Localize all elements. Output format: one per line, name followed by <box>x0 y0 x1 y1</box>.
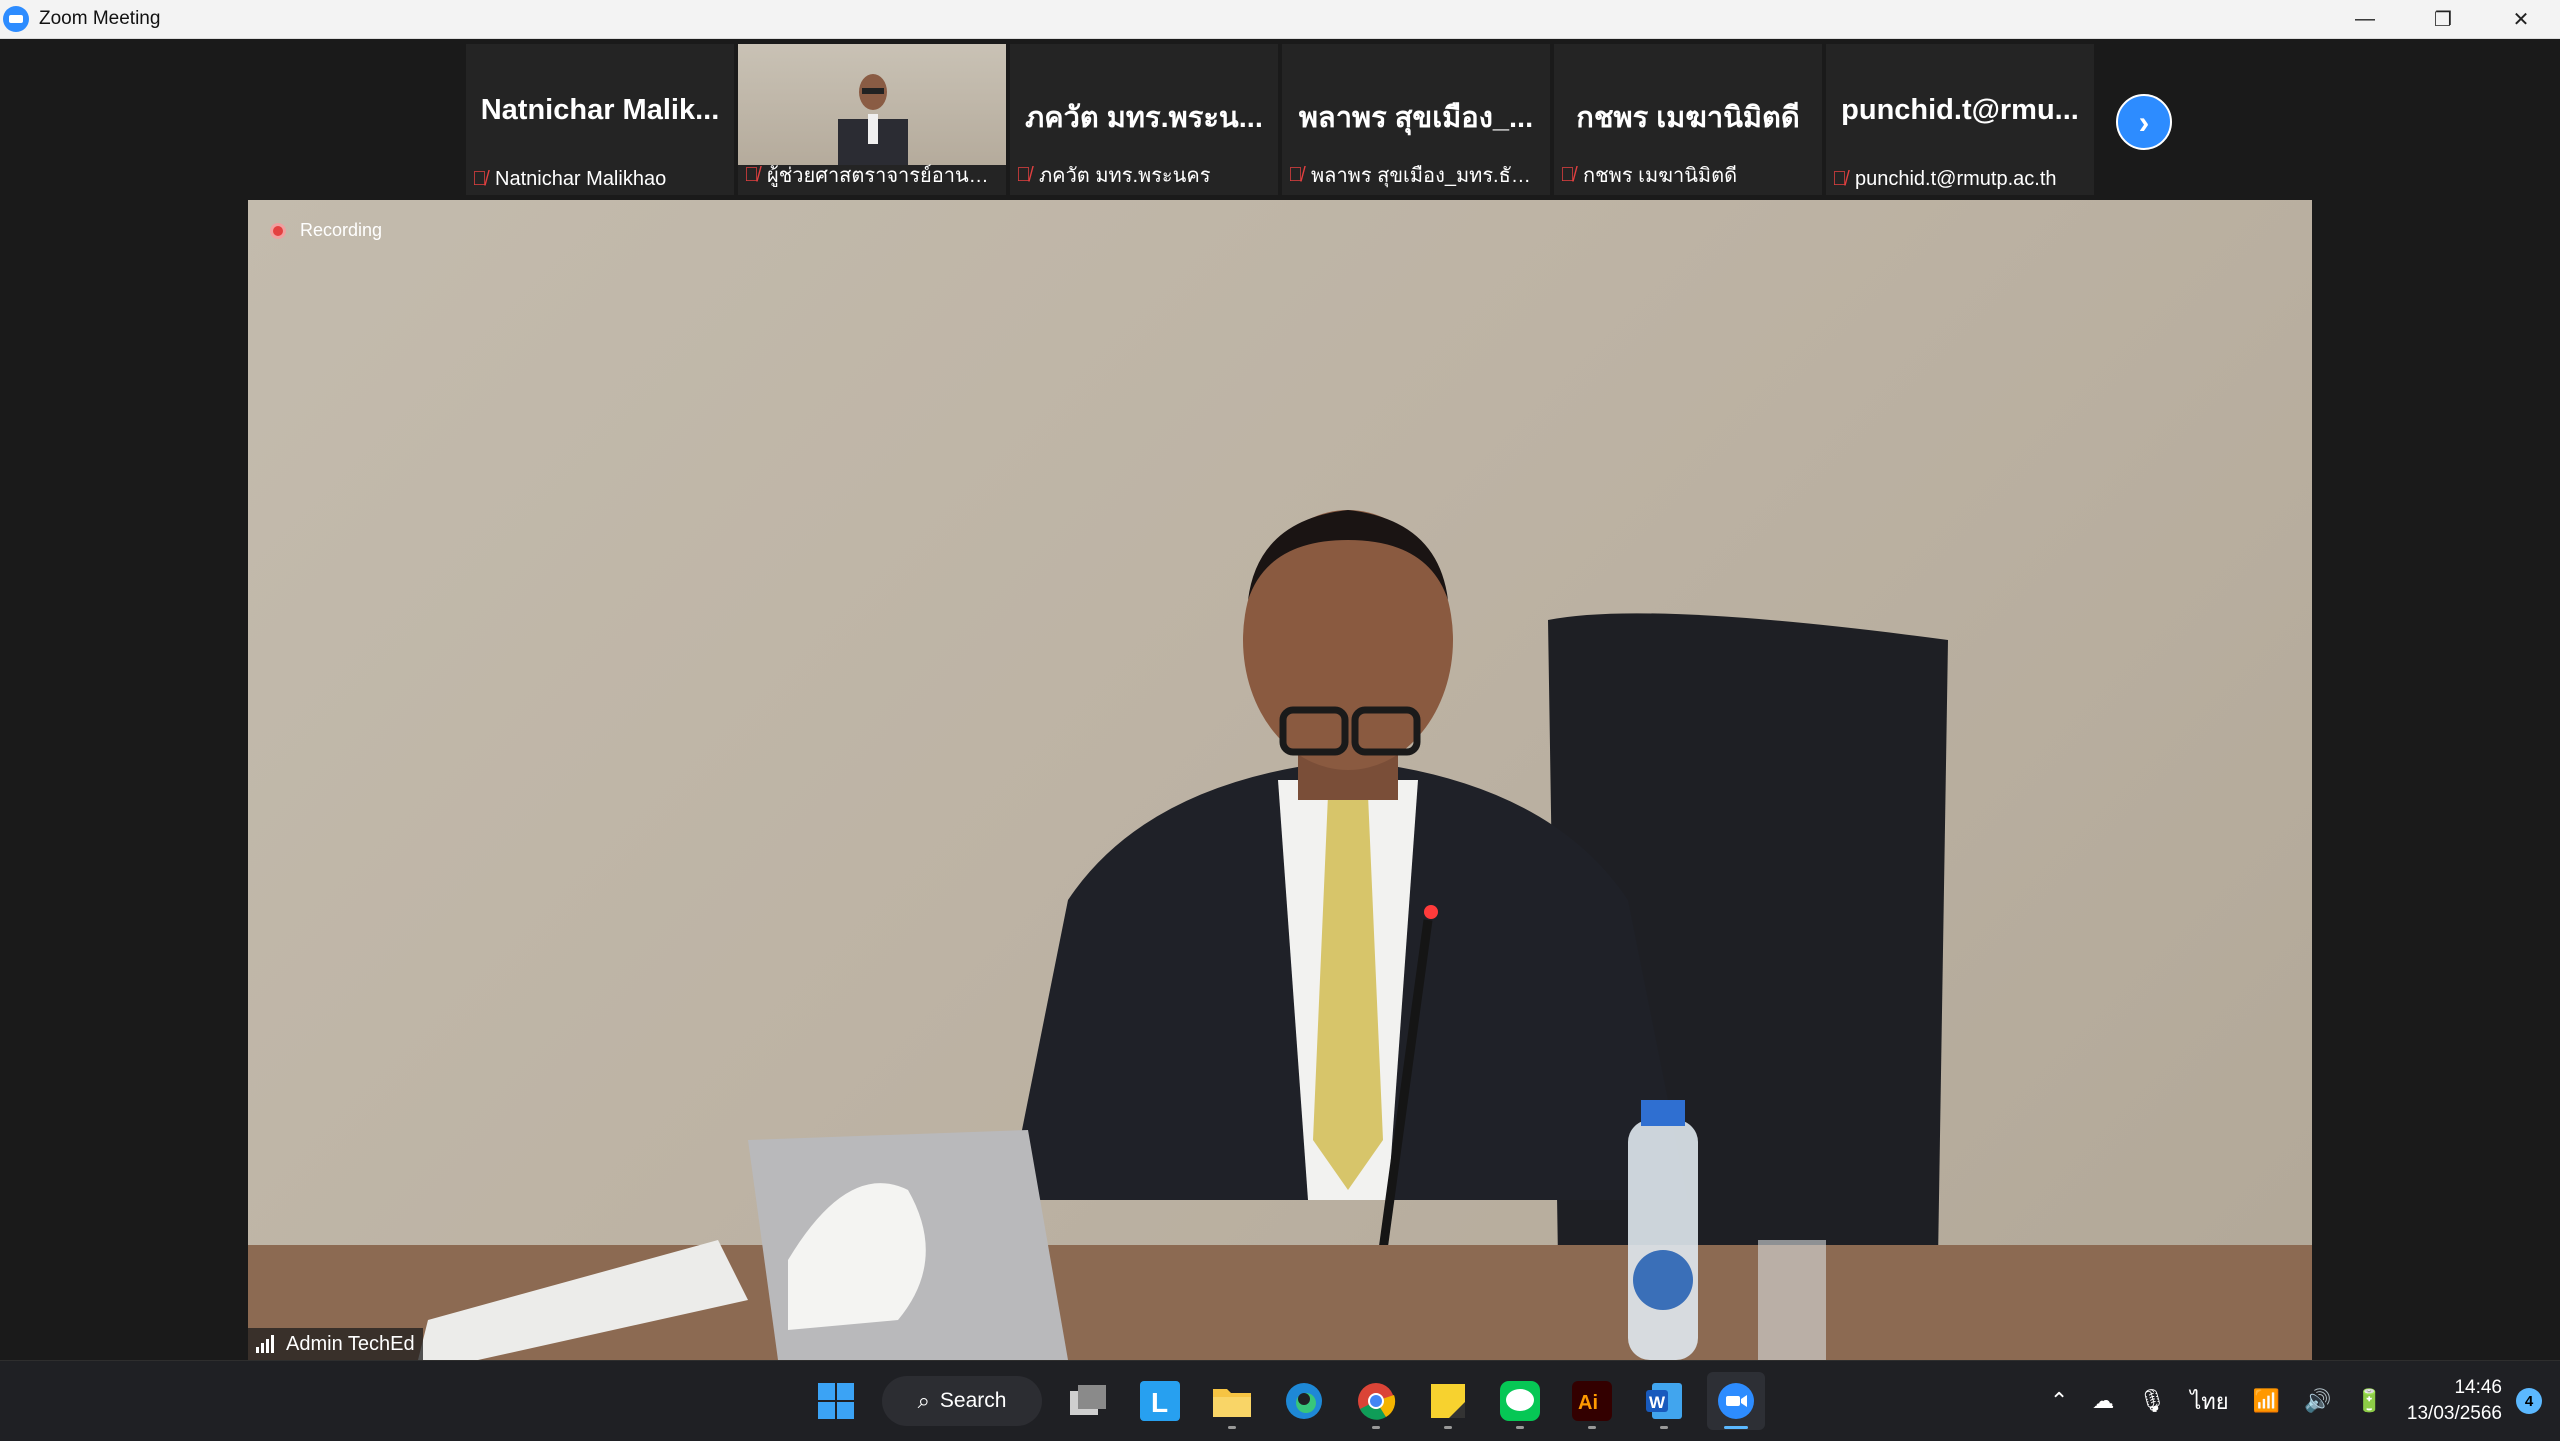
participant-tile[interactable]: กชพร เมฆานิมิตดี 🎙̸ กชพร เมฆานิมิตดี <box>1554 44 1822 195</box>
zoom-icon[interactable] <box>1707 1372 1765 1430</box>
participant-label-text: Natnichar Malikhao <box>495 168 667 190</box>
participant-tile[interactable]: พลาพร สุขเมือง_... 🎙̸ พลาพร สุขเมือง_มทร… <box>1282 44 1550 195</box>
search-icon: ⌕ <box>917 1388 930 1413</box>
clock-time: 14:46 <box>2454 1377 2502 1398</box>
microphone-icon[interactable]: 🎙 <box>2138 1388 2166 1414</box>
participant-tile[interactable]: punchid.t@rmu... 🎙̸ punchid.t@rmutp.ac.t… <box>1826 44 2094 195</box>
recording-indicator: Recording <box>270 220 382 241</box>
participant-label: 🎙̸ กชพร เมฆานิมิตดี <box>1560 159 1816 191</box>
bottle-label <box>1633 1250 1693 1310</box>
participant-display-name: punchid.t@rmu... <box>1841 94 2079 126</box>
battery-icon[interactable]: 🔋 <box>2356 1388 2383 1414</box>
chevron-up-icon[interactable]: ⌃ <box>2050 1388 2068 1414</box>
language-indicator[interactable]: ไทย <box>2190 1384 2228 1419</box>
window-title-bar: Zoom Meeting — ❐ ✕ <box>0 0 2560 39</box>
line-icon[interactable] <box>1491 1372 1549 1430</box>
edge-icon[interactable] <box>1275 1372 1333 1430</box>
person-thumbnail-icon <box>838 74 908 165</box>
start-icon[interactable] <box>807 1372 865 1430</box>
clock[interactable]: 14:46 13/03/2566 <box>2407 1375 2502 1427</box>
mic-muted-icon: 🎙̸ <box>1832 168 1847 190</box>
signal-strength-icon <box>256 1335 276 1353</box>
mic-muted-icon: 🎙̸ <box>1560 163 1575 186</box>
clock-date: 13/03/2566 <box>2406 1403 2502 1424</box>
participant-label: 🎙̸ Natnichar Malikhao <box>472 168 728 191</box>
next-page-button[interactable]: › <box>2116 94 2172 150</box>
speaker-name: Admin TechEd <box>286 1332 415 1355</box>
participant-label-text: punchid.t@rmutp.ac.th <box>1855 168 2057 190</box>
onedrive-icon[interactable]: ☁ <box>2092 1388 2114 1414</box>
mic-muted-icon: 🎙̸ <box>1288 163 1303 186</box>
svg-text:Ai: Ai <box>1578 1392 1598 1414</box>
recording-dot-icon <box>270 222 286 239</box>
chrome-icon[interactable] <box>1347 1372 1405 1430</box>
speaker-video-frame <box>248 510 2312 1360</box>
window-controls: — ❐ ✕ <box>2326 0 2560 38</box>
participant-tile-video[interactable]: 🎙̸ ผู้ช่วยศาสตราจารย์อานนท์... <box>738 44 1006 195</box>
speaker-name-badge: Admin TechEd <box>248 1328 423 1360</box>
system-tray: ⌃ ☁ 🎙 ไทย 📶 🔊 🔋 14:46 13/03/2566 4 <box>2038 1361 2560 1441</box>
participant-label: 🎙̸ ภควัต มทร.พระนคร <box>1016 159 1272 191</box>
minimize-button[interactable]: — <box>2326 0 2404 38</box>
wifi-icon[interactable]: 📶 <box>2253 1388 2280 1414</box>
word-icon[interactable]: W <box>1635 1372 1693 1430</box>
taskbar-search-button[interactable]: ⌕ Search <box>882 1376 1042 1426</box>
recording-label: Recording <box>300 220 383 240</box>
close-button[interactable]: ✕ <box>2482 0 2560 38</box>
participant-display-name: Natnichar Malik... <box>480 94 720 126</box>
mic-muted-icon: 🎙̸ <box>744 163 759 186</box>
windows-taskbar: ⌕ Search L Ai W ⌃ ☁ 🎙 ไทย 📶 🔊 🔋 14:46 13… <box>0 1360 2560 1441</box>
participant-label: 🎙̸ punchid.t@rmutp.ac.th <box>1832 168 2088 191</box>
participant-tile[interactable]: Natnichar Malik... 🎙̸ Natnichar Malikhao <box>466 44 734 195</box>
drinking-glass <box>1758 1240 1826 1360</box>
search-label: Search <box>939 1389 1007 1412</box>
participant-display-name: ภควัต มทร.พระน... <box>1025 102 1263 134</box>
participant-label: 🎙̸ พลาพร สุขเมือง_มทร.ธัญบุรี <box>1288 159 1544 191</box>
participant-gallery-strip: Natnichar Malik... 🎙̸ Natnichar Malikhao… <box>0 39 2560 199</box>
l-app-icon[interactable]: L <box>1131 1372 1189 1430</box>
participant-tile[interactable]: ภควัต มทร.พระน... 🎙̸ ภควัต มทร.พระนคร <box>1010 44 1278 195</box>
water-bottle <box>1628 1120 1698 1360</box>
taskbar-apps: ⌕ Search L Ai W <box>800 1371 1772 1431</box>
svg-text:W: W <box>1649 1393 1666 1412</box>
mic-muted-icon: 🎙̸ <box>1016 163 1031 186</box>
participant-video-thumbnail <box>738 44 1006 165</box>
participant-label-text: กชพร เมฆานิมิตดี <box>1583 165 1738 187</box>
folder-icon[interactable] <box>1203 1372 1261 1430</box>
svg-text:L: L <box>1151 1387 1168 1418</box>
participant-label-text: ภควัต มทร.พระนคร <box>1039 165 1211 187</box>
sticky-notes-icon[interactable] <box>1419 1372 1477 1430</box>
notification-badge[interactable]: 4 <box>2516 1388 2542 1414</box>
participant-label: 🎙̸ ผู้ช่วยศาสตราจารย์อานนท์... <box>744 159 1000 191</box>
file-manager-icon[interactable] <box>1059 1372 1117 1430</box>
volume-icon[interactable]: 🔊 <box>2304 1388 2331 1414</box>
active-speaker-video[interactable]: Recording Admin TechEd <box>248 200 2312 1360</box>
participant-label-text: พลาพร สุขเมือง_มทร.ธัญบุรี <box>1311 165 1544 187</box>
zoom-app-icon <box>3 6 29 32</box>
participant-label-text: ผู้ช่วยศาสตราจารย์อานนท์... <box>767 165 1000 187</box>
mic-muted-icon: 🎙̸ <box>472 168 487 190</box>
window-title: Zoom Meeting <box>39 8 161 29</box>
participant-display-name: พลาพร สุขเมือง_... <box>1298 102 1534 134</box>
mic-light <box>1424 905 1438 919</box>
illustrator-icon[interactable]: Ai <box>1563 1372 1621 1430</box>
bottle-cap <box>1641 1100 1685 1126</box>
participant-display-name: กชพร เมฆานิมิตดี <box>1576 102 1800 134</box>
restore-button[interactable]: ❐ <box>2404 0 2482 38</box>
